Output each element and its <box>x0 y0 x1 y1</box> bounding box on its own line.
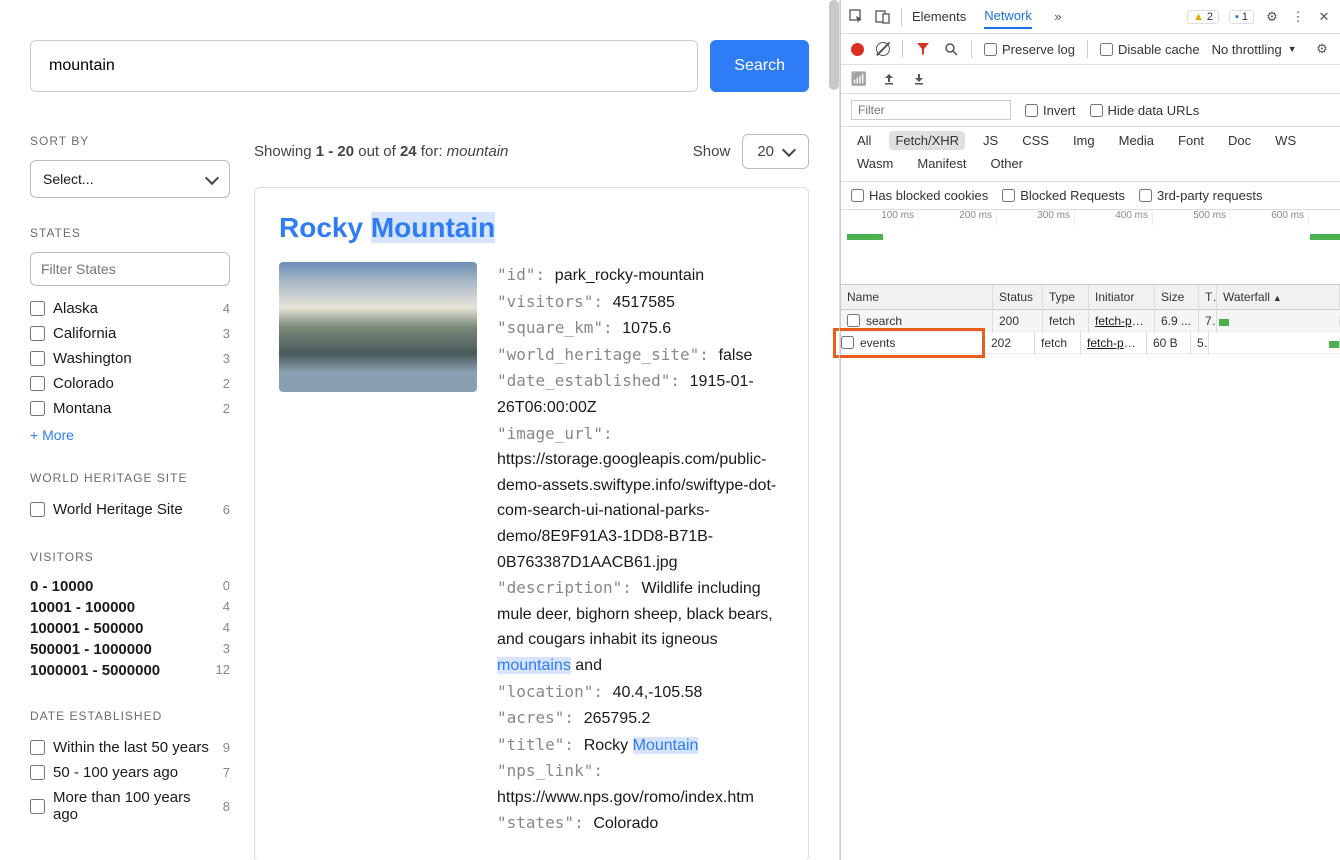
result-image <box>279 262 477 392</box>
disable-cache-checkbox[interactable]: Disable cache <box>1100 42 1200 57</box>
facet-visitors-range[interactable]: 500001 - 10000003 <box>30 639 230 660</box>
facet-state[interactable]: Alaska4 <box>30 296 230 321</box>
type-filter-fetchxhr[interactable]: Fetch/XHR <box>889 131 965 150</box>
facet-visitors-range[interactable]: 0 - 100000 <box>30 576 230 597</box>
facet-state[interactable]: Colorado2 <box>30 371 230 396</box>
type-filter-doc[interactable]: Doc <box>1222 131 1257 150</box>
network-table-header[interactable]: Name Status Type Initiator Size T Waterf… <box>841 285 1340 310</box>
type-filter-js[interactable]: JS <box>977 131 1004 150</box>
facet-state[interactable]: Washington3 <box>30 346 230 371</box>
blocked-cookies-checkbox[interactable]: Has blocked cookies <box>851 188 988 203</box>
tab-elements[interactable]: Elements <box>912 5 966 28</box>
facet-visitors-range[interactable]: 100001 - 5000004 <box>30 618 230 639</box>
timeline[interactable]: 100 ms200 ms300 ms400 ms500 ms600 ms <box>841 210 1340 285</box>
result-fields: "id": park_rocky-mountain "visitors": 45… <box>497 262 784 837</box>
result-card: Rocky Mountain "id": park_rocky-mountain… <box>254 187 809 860</box>
facet-state[interactable]: Montana2 <box>30 396 230 421</box>
results-count: Showing 1 - 20 out of 24 for: mountain <box>254 143 508 160</box>
states-more-link[interactable]: + More <box>30 427 230 443</box>
type-filter-manifest[interactable]: Manifest <box>911 154 972 173</box>
result-title[interactable]: Rocky Mountain <box>279 212 784 244</box>
messages-badge[interactable]: ▪1 <box>1229 10 1254 24</box>
show-label: Show <box>693 143 731 160</box>
devtools-panel: Elements Network » ▲2 ▪1 ⚙ ⋮ ✕ Preserve … <box>840 0 1340 860</box>
upload-icon[interactable] <box>881 71 897 87</box>
facet-visitors-range[interactable]: 1000001 - 500000012 <box>30 660 230 681</box>
type-filter-font[interactable]: Font <box>1172 131 1210 150</box>
search-button[interactable]: Search <box>710 40 809 92</box>
sort-placeholder: Select... <box>43 171 94 187</box>
network-filter-input[interactable] <box>851 100 1011 120</box>
record-button[interactable] <box>851 43 864 56</box>
type-filter-ws[interactable]: WS <box>1269 131 1302 150</box>
chevron-down-icon <box>205 170 219 184</box>
sort-select[interactable]: Select... <box>30 160 230 198</box>
date-est-title: DATE ESTABLISHED <box>30 709 230 723</box>
device-toggle-icon[interactable] <box>875 9 891 25</box>
facet-visitors-range[interactable]: 10001 - 1000004 <box>30 597 230 618</box>
throttling-select[interactable]: No throttling▼ <box>1212 42 1297 57</box>
network-row[interactable]: events202fetchfetch-pa...60 B5... <box>841 332 1340 354</box>
chevron-down-icon <box>782 143 796 157</box>
tab-network[interactable]: Network <box>984 4 1032 29</box>
whs-title: WORLD HERITAGE SITE <box>30 471 230 485</box>
wifi-icon[interactable] <box>851 71 867 87</box>
gear-icon[interactable]: ⚙ <box>1264 9 1280 25</box>
filter-icon[interactable] <box>915 41 931 57</box>
facet-whs[interactable]: World Heritage Site6 <box>30 497 230 522</box>
search-input[interactable] <box>30 40 698 92</box>
facet-date-range[interactable]: More than 100 years ago8 <box>30 785 230 827</box>
kebab-icon[interactable]: ⋮ <box>1290 9 1306 25</box>
show-select[interactable]: 20 <box>742 134 809 169</box>
type-filter-wasm[interactable]: Wasm <box>851 154 899 173</box>
close-icon[interactable]: ✕ <box>1316 9 1332 25</box>
invert-checkbox[interactable]: Invert <box>1025 103 1076 118</box>
inspect-icon[interactable] <box>849 9 865 25</box>
facet-date-range[interactable]: Within the last 50 years9 <box>30 735 230 760</box>
type-filter-img[interactable]: Img <box>1067 131 1101 150</box>
states-title: STATES <box>30 226 230 240</box>
more-tabs-icon[interactable]: » <box>1050 9 1066 25</box>
clear-button[interactable] <box>876 42 890 56</box>
warnings-badge[interactable]: ▲2 <box>1187 10 1219 24</box>
scrollbar[interactable] <box>829 0 839 90</box>
hide-data-urls-checkbox[interactable]: Hide data URLs <box>1090 103 1200 118</box>
facet-state[interactable]: California3 <box>30 321 230 346</box>
network-settings-icon[interactable]: ⚙ <box>1314 41 1330 57</box>
preserve-log-checkbox[interactable]: Preserve log <box>984 42 1075 57</box>
type-filter-other[interactable]: Other <box>985 154 1030 173</box>
type-filter-media[interactable]: Media <box>1113 131 1160 150</box>
visitors-title: VISITORS <box>30 550 230 564</box>
download-icon[interactable] <box>911 71 927 87</box>
type-filter-all[interactable]: All <box>851 131 877 150</box>
filter-states-input[interactable] <box>30 252 230 286</box>
third-party-checkbox[interactable]: 3rd-party requests <box>1139 188 1263 203</box>
sort-by-title: SORT BY <box>30 134 230 148</box>
type-filter-css[interactable]: CSS <box>1016 131 1055 150</box>
search-icon[interactable] <box>943 41 959 57</box>
facet-date-range[interactable]: 50 - 100 years ago7 <box>30 760 230 785</box>
blocked-requests-checkbox[interactable]: Blocked Requests <box>1002 188 1125 203</box>
